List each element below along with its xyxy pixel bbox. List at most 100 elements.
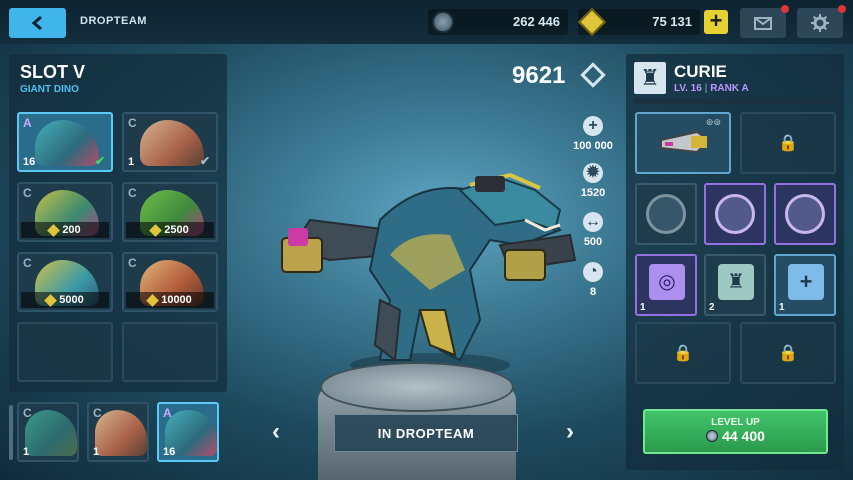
empty-card xyxy=(17,322,113,382)
rank-label: C xyxy=(128,186,137,200)
power-value: 9621 xyxy=(512,62,566,89)
coins-value: 262 446 xyxy=(513,14,560,29)
module-slot[interactable] xyxy=(774,183,836,245)
dropteam-slot[interactable]: C 1 xyxy=(17,402,79,462)
pilot-info: LV. 16 | RANK A xyxy=(674,83,749,94)
slot-subtitle: GIANT DINO xyxy=(20,84,79,95)
pedestal-top xyxy=(320,362,514,412)
rank-label: A xyxy=(23,116,32,130)
notification-dot xyxy=(781,5,789,13)
robot-card[interactable]: C 1 ✔ xyxy=(122,112,218,172)
locked-skill-slot: 🔒 xyxy=(635,322,731,384)
rank-label: C xyxy=(128,256,137,270)
health-icon: + xyxy=(583,116,603,136)
locked-skill-slot: 🔒 xyxy=(740,322,836,384)
level-label: 16 xyxy=(163,446,176,458)
skill-count: 1 xyxy=(779,302,785,313)
back-button[interactable] xyxy=(9,8,66,38)
empty-card xyxy=(122,322,218,382)
rank-label: C xyxy=(23,256,32,270)
price-tag: 5000 xyxy=(21,292,109,308)
dino-thumbnail xyxy=(95,410,147,456)
check-icon: ✔ xyxy=(199,154,210,168)
level-label: 1 xyxy=(23,446,30,458)
module-slot[interactable] xyxy=(635,183,697,245)
locked-weapon-slot: 🔒 xyxy=(740,112,836,174)
robot-card[interactable]: C 2500 xyxy=(122,182,218,242)
stat-value: 100 000 xyxy=(573,140,613,152)
repair-icon: + xyxy=(788,264,824,300)
coin-icon xyxy=(432,11,454,33)
price-tag: 2500 xyxy=(126,222,214,238)
rook-icon: ♜ xyxy=(634,62,666,94)
gem-icon xyxy=(149,223,163,237)
skill-slot[interactable]: ♜ 2 xyxy=(704,254,766,316)
lock-icon: 🔒 xyxy=(778,135,798,152)
weapon-slot[interactable]: ⊛⊛ xyxy=(635,112,731,174)
target-icon: ◎ xyxy=(649,264,685,300)
level-up-button[interactable]: LEVEL UP 44 400 xyxy=(643,409,828,454)
dropteam-slot[interactable]: C 1 xyxy=(87,402,149,462)
pilot-progress-bar xyxy=(634,98,836,104)
price-tag: 10000 xyxy=(126,292,214,308)
pilot-level: LV. 16 xyxy=(674,83,702,94)
level-label: 1 xyxy=(128,156,135,168)
lock-icon: 🔒 xyxy=(673,345,693,362)
dino-thumbnail xyxy=(140,120,204,166)
gem-icon xyxy=(44,293,58,307)
rank-label: C xyxy=(23,186,32,200)
gem-icon xyxy=(146,293,160,307)
gem-icon xyxy=(577,7,607,37)
tree-emblem-icon xyxy=(785,194,825,234)
dino-thumbnail xyxy=(25,410,77,456)
robot-model xyxy=(281,172,577,377)
module-slot[interactable] xyxy=(704,183,766,245)
price-tag: 200 xyxy=(21,222,109,238)
rank-label: C xyxy=(128,116,137,130)
skill-count: 2 xyxy=(709,302,715,313)
level-label: 1 xyxy=(93,446,100,458)
stat-health: +100 000 xyxy=(563,116,623,152)
robot-card[interactable]: C 10000 xyxy=(122,252,218,312)
pilot-name: CURIE xyxy=(674,62,727,81)
robot-card[interactable]: A 16 ✔ xyxy=(17,112,113,172)
gear-icon xyxy=(811,14,829,32)
lock-icon: 🔒 xyxy=(778,345,798,362)
skill-slot[interactable]: + 1 xyxy=(774,254,836,316)
settings-button[interactable] xyxy=(797,5,846,38)
tower-icon: ♜ xyxy=(718,264,754,300)
arrow-right-icon[interactable]: › xyxy=(566,418,574,446)
gems-counter: 75 131 xyxy=(577,7,700,37)
price-value: 2500 xyxy=(164,224,189,236)
weapon-icon xyxy=(660,130,711,154)
coins-counter: 262 446 xyxy=(428,9,568,35)
slot-type-icon: ⊛⊛ xyxy=(705,117,721,127)
buy-gems-button[interactable]: + xyxy=(704,10,728,34)
slot-title: SLOT V xyxy=(20,62,86,82)
robot-card[interactable]: C 5000 xyxy=(17,252,113,312)
rank-label: C xyxy=(23,406,32,420)
mail-button[interactable] xyxy=(740,5,789,38)
skill-slot[interactable]: ◎ 1 xyxy=(635,254,697,316)
rank-label: A xyxy=(163,406,172,420)
dino-thumbnail xyxy=(35,120,99,166)
robot-card[interactable]: C 200 xyxy=(17,182,113,242)
price-value: 200 xyxy=(62,224,81,236)
check-icon: ✔ xyxy=(94,154,105,168)
arrow-left-icon[interactable]: ‹ xyxy=(272,418,280,446)
pilot-rank: RANK A xyxy=(710,83,749,94)
price-value: 5000 xyxy=(59,294,84,306)
level-label: 16 xyxy=(23,156,36,168)
dropteam-slot[interactable]: A 16 xyxy=(157,402,219,462)
level-up-price: 44 400 xyxy=(645,428,826,444)
shield-icon xyxy=(715,194,755,234)
price-value: 10000 xyxy=(161,294,192,306)
in-dropteam-button[interactable]: IN DROPTEAM xyxy=(334,414,518,452)
level-up-cost: 44 400 xyxy=(722,428,765,444)
power-icon xyxy=(580,62,606,88)
coin-icon xyxy=(706,430,719,442)
level-up-label: LEVEL UP xyxy=(711,417,760,428)
notification-dot xyxy=(838,5,846,13)
gems-value: 75 131 xyxy=(652,14,692,29)
scrollbar[interactable] xyxy=(9,405,13,460)
